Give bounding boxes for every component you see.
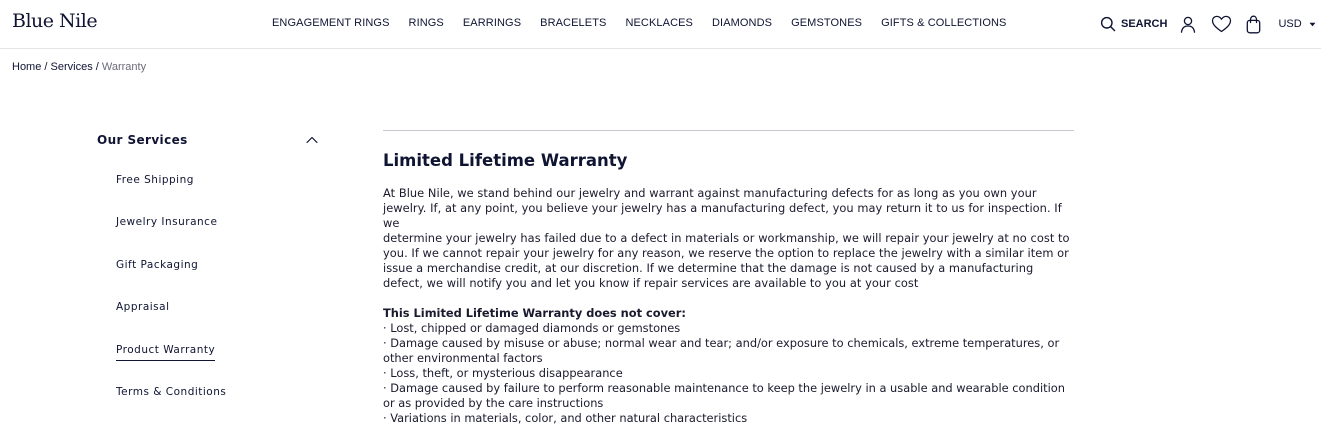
sidebar-item-label: Product Warranty <box>116 344 216 361</box>
description-line: you. If we cannot repair your jewelry fo… <box>383 246 1069 260</box>
sidebar-item-product-warranty[interactable]: Product Warranty <box>116 344 319 386</box>
nav-bracelets[interactable]: BRACELETS <box>540 17 606 29</box>
blue-nile-logo[interactable]: Blue Nile <box>12 10 98 32</box>
main-nav: ENGAGEMENT RINGS RINGS EARRINGS BRACELET… <box>272 17 1025 29</box>
heart-icon[interactable] <box>1211 15 1232 33</box>
nav-rings[interactable]: RINGS <box>409 17 444 29</box>
exclusion-line: · Loss, theft, or mysterious disappearan… <box>383 366 623 380</box>
currency-selector[interactable]: USD <box>1278 18 1316 30</box>
sidebar-item-jewelry-insurance[interactable]: Jewelry Insurance <box>116 216 319 258</box>
exclusion-line: other environmental factors <box>383 351 543 365</box>
sidebar-item-label: Jewelry Insurance <box>116 216 218 229</box>
exclusions-heading: This Limited Lifetime Warranty does not … <box>383 306 686 320</box>
content-divider <box>383 130 1074 131</box>
account-icon[interactable] <box>1180 16 1196 33</box>
exclusion-line: · Lost, chipped or damaged diamonds or g… <box>383 321 681 335</box>
sidebar-item-label: Free Shipping <box>116 174 194 186</box>
search-icon <box>1100 16 1116 32</box>
exclusion-line: · Variations in materials, color, and ot… <box>383 411 748 425</box>
services-sidebar: Our Services Free Shipping Jewelry Insur… <box>97 128 319 428</box>
currency-label: USD <box>1278 18 1302 30</box>
exclusion-line: · Damage caused by misuse or abuse; norm… <box>383 336 1060 350</box>
nav-engagement-rings[interactable]: ENGAGEMENT RINGS <box>272 17 390 29</box>
sidebar-item-label: Terms & Conditions <box>116 385 227 398</box>
warranty-content: Limited Lifetime Warranty At Blue Nile, … <box>383 130 1074 426</box>
description-line: defect, we will notify you and let you k… <box>383 276 919 290</box>
exclusions-list: This Limited Lifetime Warranty does not … <box>383 306 1074 426</box>
sidebar-item-free-shipping[interactable]: Free Shipping <box>116 174 319 216</box>
breadcrumb-home[interactable]: Home <box>12 61 41 73</box>
sidebar-item-label: Gift Packaging <box>116 258 199 271</box>
utility-bar: SEARCH USD <box>1100 13 1316 35</box>
description-line: issue a merchandise credit, at our discr… <box>383 261 1034 275</box>
nav-necklaces[interactable]: NECKLACES <box>625 17 693 29</box>
description-line: At Blue Nile, we stand behind our jewelr… <box>383 186 1037 200</box>
search-button[interactable]: SEARCH <box>1100 16 1167 32</box>
breadcrumb-current: Warranty <box>101 61 147 73</box>
sidebar-item-terms-conditions[interactable]: Terms & Conditions <box>116 386 319 428</box>
sidebar-title: Our Services <box>97 133 188 147</box>
breadcrumb-separator: / <box>92 61 102 73</box>
nav-gemstones[interactable]: GEMSTONES <box>791 17 862 29</box>
breadcrumb-services[interactable]: Services <box>51 61 93 73</box>
sidebar-header[interactable]: Our Services <box>97 128 319 152</box>
sidebar-item-label: Appraisal <box>116 301 170 314</box>
nav-diamonds[interactable]: DIAMONDS <box>712 17 772 29</box>
shopping-bag-icon[interactable] <box>1246 15 1261 34</box>
breadcrumb-separator: / <box>41 61 51 73</box>
sidebar-item-appraisal[interactable]: Appraisal <box>116 301 319 343</box>
sidebar-list: Free Shipping Jewelry Insurance Gift Pac… <box>97 174 319 428</box>
breadcrumb: Home / Services / Warranty <box>12 61 146 73</box>
exclusion-line: or as provided by the care instructions <box>383 396 604 410</box>
warranty-description: At Blue Nile, we stand behind our jewelr… <box>383 186 1074 291</box>
chevron-up-icon[interactable] <box>306 136 318 144</box>
page-title: Limited Lifetime Warranty <box>383 151 628 170</box>
nav-gifts-collections[interactable]: GIFTS & COLLECTIONS <box>881 17 1006 29</box>
description-line: jewelry. If, at any point, you believe y… <box>383 201 1062 230</box>
exclusion-line: · Damage caused by failure to perform re… <box>383 381 1065 395</box>
chevron-down-icon <box>1309 22 1316 27</box>
description-line: determine your jewelry has failed due to… <box>383 231 1070 245</box>
nav-earrings[interactable]: EARRINGS <box>463 17 521 29</box>
site-header: Blue Nile ENGAGEMENT RINGS RINGS EARRING… <box>0 0 1321 49</box>
search-label: SEARCH <box>1121 18 1168 30</box>
sidebar-item-gift-packaging[interactable]: Gift Packaging <box>116 259 319 301</box>
